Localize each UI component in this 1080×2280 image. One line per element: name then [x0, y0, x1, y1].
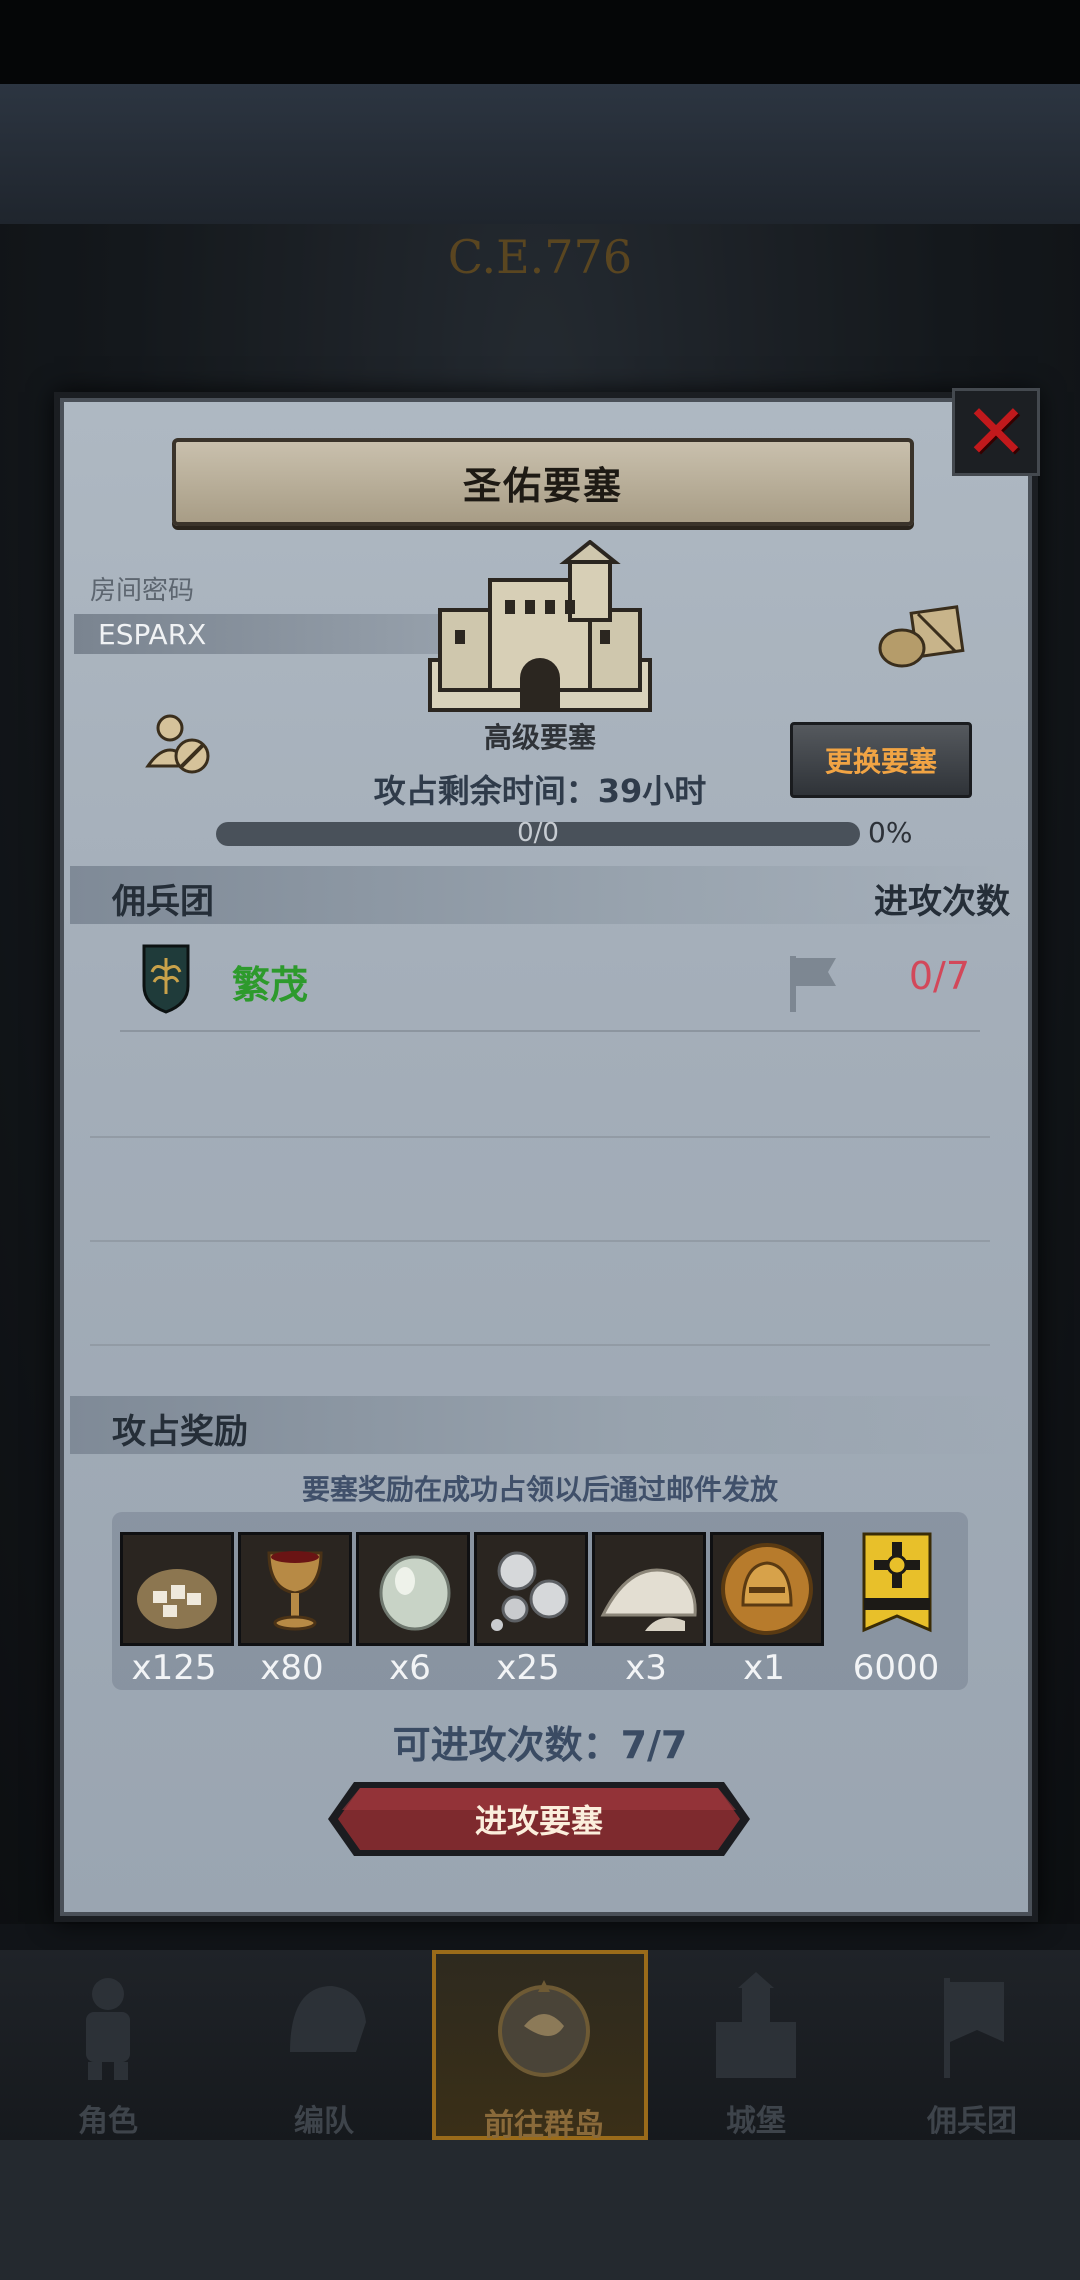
capture-progress-text: 0/0 — [517, 818, 559, 848]
reward-qty: x125 — [131, 1648, 217, 1688]
powder-pile-icon — [595, 1535, 703, 1643]
title-banner: 圣佑要塞 — [172, 438, 914, 526]
attack-count-header: 进攻次数 — [874, 882, 1010, 922]
banner-icon — [944, 1978, 1004, 2078]
reward-qty: x3 — [625, 1648, 667, 1688]
honor-badge-icon[interactable] — [860, 1532, 934, 1640]
reward-item[interactable] — [238, 1532, 352, 1646]
reward-qty: x6 — [389, 1648, 431, 1688]
attack-fortress-label: 进攻要塞 — [474, 1802, 603, 1840]
guild-row[interactable]: 繁茂 0/7 — [120, 930, 980, 1032]
room-password-field: ESPARX — [74, 614, 448, 654]
close-button[interactable]: ✕ — [952, 388, 1040, 476]
helmet-icon — [290, 1986, 366, 2052]
nav-item-islands[interactable]: 前往群岛 — [432, 1950, 648, 2143]
room-password-value: ESPARX — [98, 618, 207, 651]
nav-item-mercenary[interactable]: 佣兵团 — [864, 1950, 1080, 2140]
close-icon: ✕ — [964, 387, 1028, 476]
background-header — [0, 84, 1080, 224]
reward-qty: x80 — [260, 1648, 324, 1688]
attack-fortress-button[interactable]: 进攻要塞 — [326, 1780, 752, 1858]
helmet-medal-icon — [713, 1535, 821, 1643]
nav-label: 角色 — [78, 2104, 138, 2139]
reward-section-header: 攻占奖励 — [70, 1396, 1010, 1454]
fortress-castle-icon — [428, 540, 652, 712]
flag-icon — [790, 956, 836, 1012]
guild-section-header: 佣兵团 进攻次数 — [70, 866, 1010, 924]
nav-label: 佣兵团 — [927, 2104, 1017, 2139]
nav-label: 城堡 — [726, 2104, 786, 2139]
capture-progress-bar: 0/0 — [216, 818, 860, 848]
empty-guild-row-divider — [90, 1240, 990, 1242]
capture-time-remaining: 攻占剩余时间：39小时 — [373, 772, 707, 810]
nav-label: 前往群岛 — [484, 2108, 604, 2143]
reward-note: 要塞奖励在成功占领以后通过邮件发放 — [301, 1473, 778, 1506]
available-attempts: 可进攻次数：7/7 — [392, 1723, 688, 1767]
status-bar — [0, 0, 1080, 84]
bottom-bar — [0, 2140, 1080, 2280]
empty-guild-row-divider — [90, 1344, 990, 1346]
reward-item[interactable] — [474, 1532, 588, 1646]
reward-item[interactable] — [120, 1532, 234, 1646]
reward-item[interactable] — [592, 1532, 706, 1646]
knight-icon — [86, 1978, 130, 2080]
room-password-label: 房间密码 — [90, 576, 195, 606]
reward-list: x125 x80 x6 x25 x3 x1 6000 — [112, 1512, 968, 1690]
silver-pearls-icon — [477, 1535, 585, 1643]
dialog-title: 圣佑要塞 — [462, 463, 623, 508]
nav-label: 编队 — [294, 2104, 354, 2139]
nav-item-character[interactable]: 角色 — [0, 1950, 216, 2140]
nav-item-castle[interactable]: 城堡 — [648, 1950, 864, 2140]
empty-guild-row-divider — [90, 1136, 990, 1138]
guild-shield-icon — [142, 944, 190, 1014]
gem-stone-icon — [359, 1535, 467, 1643]
compass-icon — [498, 1980, 590, 2077]
reward-qty: x25 — [496, 1648, 560, 1688]
goblet-icon — [241, 1535, 349, 1643]
nav-item-formation[interactable]: 编队 — [216, 1950, 432, 2140]
guild-attack-count: 0/7 — [908, 954, 970, 998]
reward-qty: 6000 — [852, 1648, 940, 1688]
supplies-crate-icon[interactable] — [876, 600, 966, 670]
reward-section-label: 攻占奖励 — [112, 1412, 248, 1452]
guild-name: 繁茂 — [232, 963, 309, 1007]
guild-section-label: 佣兵团 — [112, 882, 214, 922]
reward-item[interactable] — [710, 1532, 824, 1646]
capture-progress-percent: 0% — [868, 816, 913, 849]
bottom-nav: 角色 编队 前往群岛 城堡 佣兵团 — [0, 1950, 1080, 2143]
ore-sack-icon — [123, 1535, 231, 1643]
reward-qty: x1 — [743, 1648, 785, 1688]
castle-icon — [716, 1972, 796, 2078]
reward-item[interactable] — [356, 1532, 470, 1646]
